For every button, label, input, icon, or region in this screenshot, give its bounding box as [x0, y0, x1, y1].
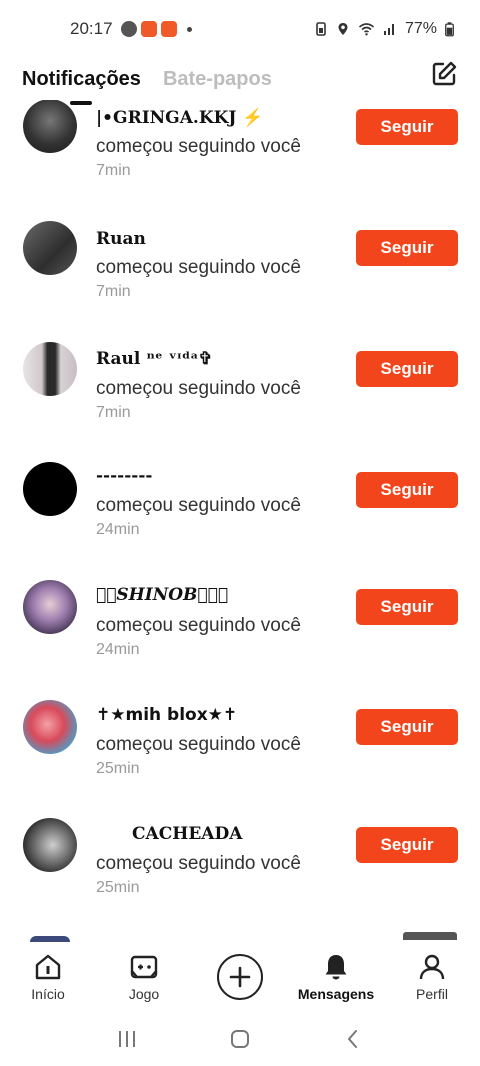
wifi-icon: [358, 23, 374, 36]
notification-row[interactable]: |•GRINGA.KKJ ⚡ começou seguindo você 7mi…: [0, 100, 480, 209]
compose-icon[interactable]: [430, 60, 458, 88]
home-icon: [35, 954, 61, 980]
nav-profile[interactable]: Perfil: [384, 942, 480, 1012]
notification-row[interactable]: -------- começou seguindo você 24min Seg…: [0, 462, 480, 572]
user-name[interactable]: --------: [96, 466, 152, 486]
status-notification-icons: [120, 21, 192, 37]
battery-icon: [445, 21, 454, 36]
follow-button[interactable]: Seguir: [356, 589, 458, 625]
notification-time: 25min: [96, 879, 140, 896]
nav-messages-label: Mensagens: [297, 986, 375, 1002]
user-name[interactable]: ♛♔SHINOB⃠♔♛: [96, 585, 228, 605]
nav-profile-label: Perfil: [416, 986, 448, 1002]
notification-time: 7min: [96, 162, 131, 179]
notification-text: começou seguindo você: [96, 495, 301, 516]
profile-icon: [419, 954, 445, 980]
bottom-nav: Início Jogo Mensagens Perfil: [0, 942, 480, 1012]
tab-chats[interactable]: Bate-papos: [163, 68, 272, 91]
user-name[interactable]: CACHEADA: [96, 824, 242, 844]
recent-apps-icon[interactable]: [115, 1027, 139, 1051]
signal-icon: [383, 24, 394, 35]
battery-saver-icon: [316, 22, 326, 36]
follow-button[interactable]: Seguir: [356, 351, 458, 387]
avatar[interactable]: [23, 700, 77, 754]
notification-row[interactable]: Ruan começou seguindo você 7min Seguir: [0, 220, 480, 330]
notification-text: começou seguindo você: [96, 853, 301, 874]
status-time: 20:17: [70, 19, 113, 38]
nav-create[interactable]: [192, 942, 288, 1012]
app-icon: [140, 21, 157, 37]
status-right: 77%: [314, 20, 454, 38]
thumbnail: [403, 932, 457, 940]
notification-row[interactable]: ♛♔SHINOB⃠♔♛ começou seguindo você 24min …: [0, 579, 480, 689]
avatar[interactable]: [23, 100, 77, 153]
notification-text: começou seguindo você: [96, 378, 301, 399]
gamepad-icon: [130, 955, 158, 979]
notification-list[interactable]: |•GRINGA.KKJ ⚡ começou seguindo você 7mi…: [0, 100, 480, 942]
nav-home[interactable]: Início: [0, 942, 96, 1012]
notification-row[interactable]: Raul ⁿᵉ ᵛᶦᵈᵃ✞ começou seguindo você 7min…: [0, 341, 480, 451]
tab-notifications[interactable]: Notificações: [22, 68, 141, 91]
nav-game[interactable]: Jogo: [96, 942, 192, 1012]
user-name[interactable]: ✝★mih blox★✝: [96, 705, 237, 725]
follow-button[interactable]: Seguir: [356, 230, 458, 266]
notification-row[interactable]: ✝★mih blox★✝ começou seguindo você 25min…: [0, 700, 480, 810]
notification-time: 24min: [96, 641, 140, 658]
app-icon: [160, 21, 177, 37]
user-name[interactable]: Raul ⁿᵉ ᵛᶦᵈᵃ✞: [96, 349, 213, 369]
plus-icon: [217, 954, 263, 1000]
notification-time: 25min: [96, 760, 140, 777]
notification-text: começou seguindo você: [96, 136, 301, 157]
bell-icon: [325, 955, 347, 980]
notification-time: 7min: [96, 283, 131, 300]
notification-text: começou seguindo você: [96, 257, 301, 278]
home-button-icon[interactable]: [228, 1027, 252, 1051]
follow-button[interactable]: Seguir: [356, 827, 458, 863]
notification-time: 24min: [96, 521, 140, 538]
more-dot-icon: [186, 26, 192, 32]
avatar[interactable]: [23, 580, 77, 634]
avatar[interactable]: [23, 221, 77, 275]
avatar[interactable]: [23, 342, 77, 396]
back-icon[interactable]: [341, 1027, 365, 1051]
avatar[interactable]: [23, 462, 77, 516]
notification-time: 7min: [96, 404, 131, 421]
notification-text: começou seguindo você: [96, 734, 301, 755]
nav-home-label: Início: [31, 986, 65, 1002]
nav-messages[interactable]: Mensagens: [288, 942, 384, 1012]
battery-percent: 77%: [404, 20, 437, 37]
follow-button[interactable]: Seguir: [356, 109, 458, 145]
location-icon: [338, 23, 348, 35]
avatar[interactable]: [23, 818, 77, 872]
follow-button[interactable]: Seguir: [356, 472, 458, 508]
user-name[interactable]: |•GRINGA.KKJ ⚡: [96, 108, 264, 128]
header: Notificações Bate-papos: [0, 58, 480, 100]
notification-row[interactable]: CACHEADA começou seguindo você 25min Seg…: [0, 817, 480, 927]
system-nav-bar: [0, 1012, 480, 1066]
follow-button[interactable]: Seguir: [356, 709, 458, 745]
status-bar: 20:17 77%: [0, 0, 480, 58]
user-name[interactable]: Ruan: [96, 229, 146, 249]
notification-text: começou seguindo você: [96, 615, 301, 636]
nav-game-label: Jogo: [128, 986, 160, 1002]
app-icon: [120, 21, 137, 37]
